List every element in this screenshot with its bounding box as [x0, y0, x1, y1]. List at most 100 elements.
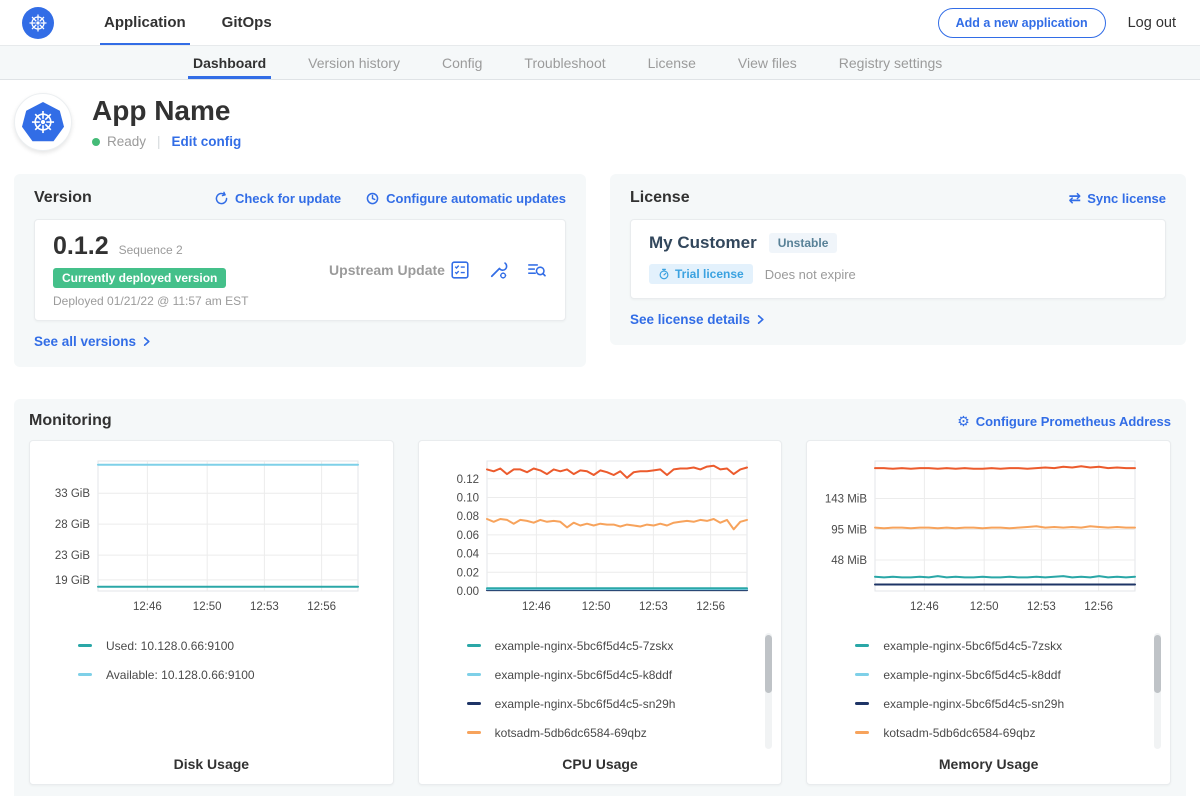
legend-label: Used: 10.128.0.66:9100: [106, 639, 234, 653]
legend-swatch: [78, 644, 92, 647]
license-card-title: License: [630, 189, 690, 207]
configure-prometheus-label: Configure Prometheus Address: [976, 414, 1171, 429]
deploy-logs-icon[interactable]: [525, 259, 547, 281]
svg-text:95 MiB: 95 MiB: [832, 525, 868, 537]
legend-item: example-nginx-5bc6f5d4c5-k8ddf: [855, 660, 1166, 689]
top-nav-tabs: Application GitOps: [86, 0, 290, 45]
tab-view-files[interactable]: View files: [717, 46, 818, 79]
version-number: 0.1.2: [53, 232, 109, 261]
monitoring-section: Monitoring ⚙ Configure Prometheus Addres…: [14, 399, 1186, 796]
svg-text:12:46: 12:46: [522, 601, 551, 613]
legend-swatch: [78, 673, 92, 676]
legend-item: example-nginx-5bc6f5d4c5-k8ddf: [467, 660, 778, 689]
stopwatch-icon: [658, 268, 670, 280]
tab-config[interactable]: Config: [421, 46, 503, 79]
legend-label: example-nginx-5bc6f5d4c5-7zskx: [495, 639, 674, 653]
see-license-details-link[interactable]: See license details: [630, 312, 766, 327]
deployed-timestamp: Deployed 01/21/22 @ 11:57 am EST: [53, 294, 325, 308]
svg-text:12:50: 12:50: [581, 601, 610, 613]
legend-item: example-nginx-5bc6f5d4c5-7zskx: [467, 631, 778, 660]
legend-item: kotsadm-5db6dc6584-69qbz: [467, 718, 778, 747]
memory-usage-chart-card: 12:4612:5012:5312:56143 MiB95 MiB48 MiB …: [806, 440, 1171, 785]
tab-license[interactable]: License: [627, 46, 717, 79]
chart-title: CPU Usage: [423, 756, 778, 772]
legend-swatch: [467, 673, 481, 676]
legend-item: example-nginx-5bc6f5d4c5-7zskx: [855, 631, 1166, 660]
monitoring-title: Monitoring: [29, 412, 112, 430]
page-title: App Name: [92, 95, 241, 127]
svg-text:33 GiB: 33 GiB: [55, 488, 90, 500]
chart-legend: Used: 10.128.0.66:9100Available: 10.128.…: [78, 631, 389, 689]
sync-license-link[interactable]: ⇄ Sync license: [1069, 191, 1166, 206]
legend-swatch: [467, 702, 481, 705]
edit-config-link[interactable]: Edit config: [172, 134, 242, 149]
svg-text:0.02: 0.02: [456, 567, 478, 579]
svg-text:12:53: 12:53: [250, 601, 279, 613]
app-logo: [14, 93, 72, 151]
svg-text:48 MiB: 48 MiB: [832, 555, 868, 567]
see-all-versions-link[interactable]: See all versions: [34, 334, 152, 349]
legend-label: example-nginx-5bc6f5d4c5-k8ddf: [883, 668, 1060, 682]
svg-text:12:53: 12:53: [639, 601, 668, 613]
version-sequence: Sequence 2: [119, 243, 183, 257]
svg-text:12:56: 12:56: [1085, 601, 1114, 613]
license-expiration: Does not expire: [765, 267, 856, 282]
top-nav-tab-application[interactable]: Application: [86, 0, 204, 45]
kubernetes-heptagon-icon: [22, 102, 64, 142]
version-card-title: Version: [34, 189, 92, 207]
kubernetes-logo[interactable]: [22, 7, 54, 39]
configure-automatic-updates-label: Configure automatic updates: [386, 191, 566, 206]
tab-version-history[interactable]: Version history: [287, 46, 421, 79]
preflight-checklist-icon[interactable]: [449, 259, 471, 281]
legend-scrollbar[interactable]: [765, 633, 772, 749]
chart-plot: 12:4612:5012:5312:560.120.100.080.060.04…: [423, 451, 759, 621]
svg-text:12:50: 12:50: [970, 601, 999, 613]
configure-automatic-updates-link[interactable]: Configure automatic updates: [365, 191, 566, 206]
disk-usage-chart-card: 12:4612:5012:5312:5633 GiB28 GiB23 GiB19…: [29, 440, 394, 785]
legend-item: kotsadm-5db6dc6584-69qbz: [855, 718, 1166, 747]
config-wrench-icon[interactable]: [487, 259, 509, 281]
tab-troubleshoot[interactable]: Troubleshoot: [503, 46, 626, 79]
svg-text:23 GiB: 23 GiB: [55, 550, 90, 562]
legend-label: kotsadm-5db6dc6584-69qbz: [495, 726, 647, 740]
chart-area: 12:4612:5012:5312:56143 MiB95 MiB48 MiB: [811, 451, 1166, 623]
svg-text:12:50: 12:50: [193, 601, 222, 613]
top-nav: Application GitOps Add a new application…: [0, 0, 1200, 46]
legend-scrollbar[interactable]: [1154, 633, 1161, 749]
license-type-label: Trial license: [675, 267, 744, 281]
ship-wheel-icon: [28, 13, 48, 33]
channel-badge: Unstable: [769, 233, 838, 253]
logout-button[interactable]: Log out: [1128, 15, 1176, 31]
tab-registry-settings[interactable]: Registry settings: [818, 46, 963, 79]
tab-dashboard[interactable]: Dashboard: [172, 46, 287, 79]
ship-wheel-icon: [30, 109, 56, 135]
chart-plot: 12:4612:5012:5312:56143 MiB95 MiB48 MiB: [811, 451, 1147, 621]
chart-title: Memory Usage: [811, 756, 1166, 772]
svg-text:28 GiB: 28 GiB: [55, 519, 90, 531]
sync-icon: ⇄: [1069, 191, 1082, 206]
license-summary-row: My Customer Unstable Trial license Does …: [630, 219, 1166, 299]
svg-text:12:46: 12:46: [133, 601, 162, 613]
legend-swatch: [467, 644, 481, 647]
sync-license-label: Sync license: [1087, 191, 1166, 206]
chart-area: 12:4612:5012:5312:560.120.100.080.060.04…: [423, 451, 778, 623]
legend-label: example-nginx-5bc6f5d4c5-7zskx: [883, 639, 1062, 653]
legend-scrollbar-thumb[interactable]: [1154, 635, 1161, 693]
configure-prometheus-link[interactable]: ⚙ Configure Prometheus Address: [957, 414, 1171, 429]
legend-swatch: [855, 731, 869, 734]
chart-legend: example-nginx-5bc6f5d4c5-7zskx example-ng…: [855, 631, 1166, 747]
check-for-update-link[interactable]: Check for update: [214, 191, 341, 206]
cpu-usage-chart-card: 12:4612:5012:5312:560.120.100.080.060.04…: [418, 440, 783, 785]
chart-area: 12:4612:5012:5312:5633 GiB28 GiB23 GiB19…: [34, 451, 389, 623]
divider: |: [157, 134, 161, 149]
chart-title: Disk Usage: [34, 756, 389, 772]
top-nav-tab-gitops[interactable]: GitOps: [204, 0, 290, 45]
svg-text:0.06: 0.06: [456, 530, 478, 542]
chart-plot: 12:4612:5012:5312:5633 GiB28 GiB23 GiB19…: [34, 451, 370, 621]
legend-label: example-nginx-5bc6f5d4c5-k8ddf: [495, 668, 672, 682]
version-source-label: Upstream Update: [325, 262, 449, 278]
legend-swatch: [855, 673, 869, 676]
legend-label: kotsadm-5db6dc6584-69qbz: [883, 726, 1035, 740]
legend-scrollbar-thumb[interactable]: [765, 635, 772, 693]
add-application-button[interactable]: Add a new application: [938, 8, 1106, 38]
